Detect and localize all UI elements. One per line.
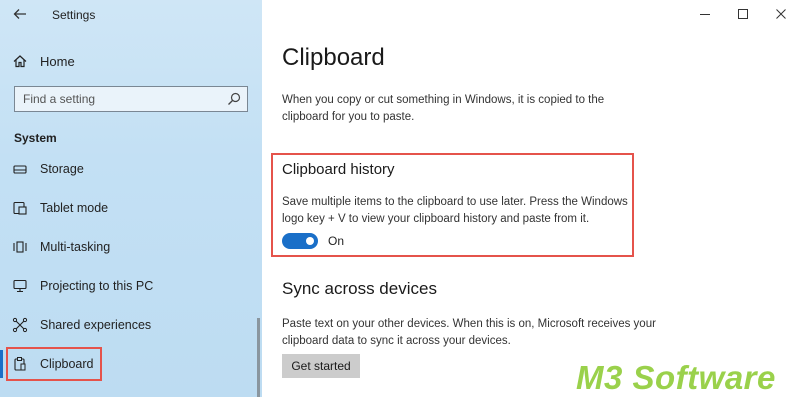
get-started-button[interactable]: Get started <box>282 354 360 378</box>
watermark-prefix: M3 <box>576 359 623 396</box>
sidebar-item-label: Storage <box>40 162 84 176</box>
sidebar: Settings Home System Storage Tablet mode <box>0 0 262 397</box>
section-label-system: System <box>14 131 57 145</box>
home-icon <box>13 55 27 68</box>
watermark-logo: M3 Software <box>576 360 776 396</box>
clipboard-highlight-box <box>6 347 102 381</box>
sidebar-item-multitasking[interactable]: Multi-tasking <box>12 235 242 259</box>
clipboard-history-toggle[interactable] <box>282 233 318 249</box>
shared-experiences-icon <box>12 317 28 333</box>
sidebar-item-label: Multi-tasking <box>40 240 111 254</box>
intro-text: When you copy or cut something in Window… <box>282 94 605 123</box>
watermark-suffix: Software <box>622 359 776 396</box>
toggle-state-label: On <box>328 234 345 248</box>
sidebar-item-storage[interactable]: Storage <box>12 157 242 181</box>
back-arrow-icon[interactable] <box>12 6 28 22</box>
search-input[interactable] <box>15 87 223 111</box>
title-bar: Settings <box>0 0 262 30</box>
sidebar-item-projecting[interactable]: Projecting to this PC <box>12 274 242 298</box>
active-item-marker <box>0 350 3 378</box>
tablet-mode-icon <box>13 201 27 215</box>
storage-icon <box>13 165 27 174</box>
sync-title: Sync across devices <box>282 279 437 298</box>
main-content: Clipboard When you copy or cut something… <box>262 0 800 397</box>
multitasking-icon <box>13 241 27 253</box>
sidebar-scrollbar[interactable] <box>257 318 260 397</box>
toggle-knob <box>306 237 314 245</box>
nav-home[interactable]: Home <box>12 50 252 72</box>
clipboard-history-description: Save multiple items to the clipboard to … <box>282 196 628 225</box>
sidebar-item-label: Tablet mode <box>40 201 109 215</box>
sync-description: Paste text on your other devices. When t… <box>282 318 656 347</box>
app-title: Settings <box>52 8 96 22</box>
sidebar-item-label: Projecting to this PC <box>40 279 154 293</box>
search-box[interactable] <box>14 86 248 112</box>
sidebar-item-shared-experiences[interactable]: Shared experiences <box>12 313 242 337</box>
page-title: Clipboard <box>282 44 385 71</box>
sidebar-item-tablet-mode[interactable]: Tablet mode <box>12 196 242 220</box>
search-icon[interactable] <box>227 92 241 106</box>
sidebar-item-label: Shared experiences <box>40 318 152 332</box>
clipboard-history-title: Clipboard history <box>282 161 395 178</box>
projecting-icon <box>13 279 27 293</box>
nav-home-label: Home <box>40 53 75 69</box>
